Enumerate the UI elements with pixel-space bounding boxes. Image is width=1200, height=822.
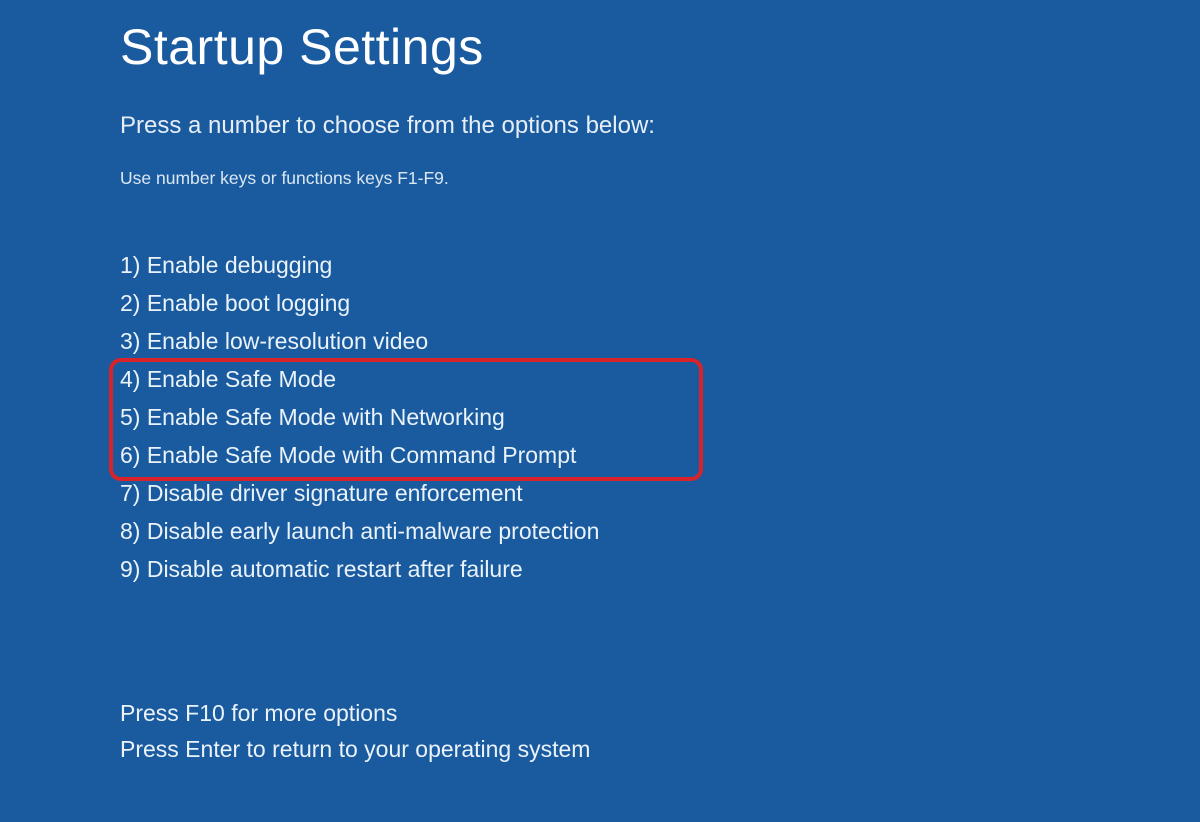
- option-enable-safe-mode-networking[interactable]: 5) Enable Safe Mode with Networking: [120, 399, 1200, 437]
- footer-return: Press Enter to return to your operating …: [120, 732, 1200, 768]
- subtitle: Press a number to choose from the option…: [120, 112, 1200, 140]
- option-enable-safe-mode-command-prompt[interactable]: 6) Enable Safe Mode with Command Prompt: [120, 437, 1200, 475]
- option-enable-safe-mode[interactable]: 4) Enable Safe Mode: [120, 361, 1200, 399]
- option-disable-anti-malware[interactable]: 8) Disable early launch anti-malware pro…: [120, 513, 1200, 551]
- startup-settings-screen: Startup Settings Press a number to choos…: [0, 0, 1200, 768]
- option-enable-low-resolution-video[interactable]: 3) Enable low-resolution video: [120, 323, 1200, 361]
- options-list: 1) Enable debugging 2) Enable boot loggi…: [120, 247, 1200, 588]
- footer-more-options: Press F10 for more options: [120, 696, 1200, 732]
- option-disable-auto-restart[interactable]: 9) Disable automatic restart after failu…: [120, 551, 1200, 589]
- option-enable-debugging[interactable]: 1) Enable debugging: [120, 247, 1200, 285]
- hint-text: Use number keys or functions keys F1-F9.: [120, 168, 1200, 189]
- option-enable-boot-logging[interactable]: 2) Enable boot logging: [120, 285, 1200, 323]
- option-disable-driver-signature[interactable]: 7) Disable driver signature enforcement: [120, 475, 1200, 513]
- page-title: Startup Settings: [120, 18, 1200, 76]
